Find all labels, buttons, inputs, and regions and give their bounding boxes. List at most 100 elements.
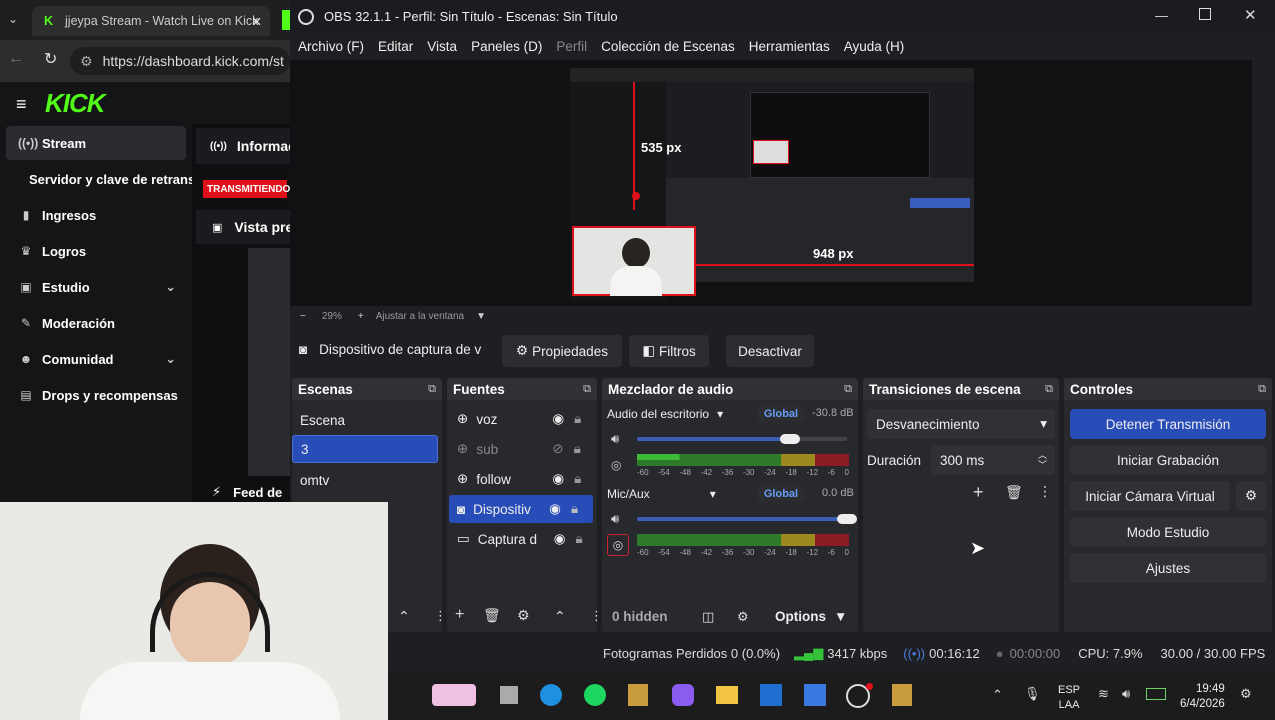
undock-icon[interactable]: ⧉ xyxy=(1258,383,1266,396)
more-icon[interactable]: ⋮ xyxy=(434,608,447,624)
reload-icon[interactable]: ↻ xyxy=(44,49,57,69)
undock-icon[interactable]: ⧉ xyxy=(583,383,591,396)
volume-slider-knob[interactable] xyxy=(780,434,800,444)
kick-logo[interactable]: KICK xyxy=(45,88,106,119)
source-item[interactable]: ⊕ voz ◉ 🔒︎ xyxy=(449,405,593,433)
start-virtual-camera-button[interactable]: Iniciar Cámara Virtual xyxy=(1070,481,1230,511)
sidebar-item-moderacion[interactable]: ✎ Moderación xyxy=(6,306,186,340)
fit-to-window-label[interactable]: Ajustar a la ventana xyxy=(376,311,464,322)
league-icon[interactable] xyxy=(628,684,648,706)
clock[interactable]: 19:49 6/4/2026 xyxy=(1180,682,1225,712)
menu-editar[interactable]: Editar xyxy=(378,39,413,54)
stepper-arrows-icon[interactable]: ︿ ﹀ xyxy=(1038,450,1047,470)
lock-icon[interactable]: 🔒︎ xyxy=(571,501,578,517)
channel-name[interactable]: Mic/Aux ▾ xyxy=(607,487,716,501)
source-item-selected[interactable]: ◙ Dispositiv ◉ 🔒︎ xyxy=(449,495,593,523)
copilot-icon[interactable] xyxy=(672,684,694,706)
app-icon[interactable] xyxy=(760,684,782,706)
speaker-icon[interactable]: 🔊︎ xyxy=(611,511,619,527)
sidebar-item-estudio[interactable]: ▣ Estudio ⌄ xyxy=(6,270,186,304)
move-up-icon[interactable]: ⌃ xyxy=(398,608,410,625)
transition-select[interactable]: Desvanecimiento ▾ xyxy=(867,409,1055,439)
second-tab-favicon[interactable] xyxy=(282,10,290,30)
site-info-icon[interactable]: ⚙ xyxy=(80,53,93,70)
add-icon[interactable]: + xyxy=(455,606,464,624)
advanced-audio-icon[interactable]: ⚙ xyxy=(737,609,749,625)
start-recording-button[interactable]: Iniciar Grabación xyxy=(1070,445,1266,475)
sidebar-item-stream[interactable]: ((•)) Stream xyxy=(6,126,186,160)
menu-vista[interactable]: Vista xyxy=(427,39,457,54)
lock-icon[interactable]: 🔒︎ xyxy=(574,411,581,427)
eye-icon[interactable]: ◉ xyxy=(549,501,561,517)
menu-archivo[interactable]: Archivo (F) xyxy=(298,39,364,54)
notification-icon[interactable]: ⚙ xyxy=(1240,686,1252,702)
spotify-icon[interactable] xyxy=(584,684,606,706)
deactivate-button[interactable]: Desactivar xyxy=(726,335,814,367)
minimize-icon[interactable]: — xyxy=(1155,8,1168,23)
gear-icon[interactable]: ⚙ xyxy=(517,607,530,624)
more-icon[interactable]: ⋮ xyxy=(1038,483,1052,500)
task-view-icon[interactable] xyxy=(500,686,518,704)
menu-coleccion-escenas[interactable]: Colección de Escenas xyxy=(601,39,735,54)
maximize-icon[interactable] xyxy=(1199,8,1211,20)
source-item-hidden[interactable]: ⊕ sub ⊘ 🔒︎ xyxy=(449,435,593,463)
menu-paneles[interactable]: Paneles (D) xyxy=(471,39,542,54)
volume-icon[interactable]: 🔊︎ xyxy=(1122,686,1130,702)
preview-canvas[interactable]: 535 px 948 px xyxy=(570,68,974,300)
eye-icon[interactable]: ◉ xyxy=(552,411,564,427)
properties-button[interactable]: ⚙ Propiedades xyxy=(502,335,622,367)
undock-icon[interactable]: ⧉ xyxy=(844,383,852,396)
wifi-icon[interactable]: ≋ xyxy=(1098,686,1109,702)
monitor-headphone-icon[interactable]: ◎ xyxy=(611,458,621,472)
battery-icon[interactable] xyxy=(1146,688,1166,700)
store-icon[interactable] xyxy=(804,684,826,706)
edge-icon[interactable] xyxy=(540,684,562,706)
close-tab-icon[interactable]: ✕ xyxy=(252,14,262,29)
move-up-icon[interactable]: ⌃ xyxy=(554,608,566,625)
eye-icon[interactable]: ◉ xyxy=(552,471,564,487)
global-badge[interactable]: Global xyxy=(758,406,804,421)
monitor-headphone-icon[interactable]: ◎ xyxy=(607,534,629,556)
tab-list-chevron-icon[interactable]: ⌄ xyxy=(8,12,18,26)
lock-icon[interactable]: 🔒︎ xyxy=(574,441,581,457)
lock-icon[interactable]: 🔒︎ xyxy=(574,471,581,487)
sidebar-item-drops[interactable]: ▤ Drops y recompensas xyxy=(6,378,186,412)
trash-icon[interactable]: 🗑︎ xyxy=(1005,484,1023,501)
tray-expand-icon[interactable]: ⌃ xyxy=(992,687,1003,703)
riot-icon[interactable] xyxy=(892,684,912,706)
eye-icon[interactable]: ◉ xyxy=(554,531,566,547)
studio-mode-button[interactable]: Modo Estudio xyxy=(1070,517,1266,547)
filters-button[interactable]: ◧ Filtros xyxy=(629,335,709,367)
menu-perfil[interactable]: Perfil xyxy=(556,39,587,54)
virtual-camera-settings-button[interactable]: ⚙ xyxy=(1236,481,1266,511)
global-badge[interactable]: Global xyxy=(758,486,804,501)
scene-item-selected[interactable]: 3 xyxy=(292,435,438,463)
speaker-icon[interactable]: 🔊︎ xyxy=(611,431,619,447)
zoom-dropdown-icon[interactable]: ▼ xyxy=(476,311,486,322)
eye-hidden-icon[interactable]: ⊘ xyxy=(552,441,563,457)
source-item[interactable]: ⊕ follow ◉ 🔒︎ xyxy=(449,465,593,493)
stop-streaming-button[interactable]: Detener Transmisión xyxy=(1070,409,1266,439)
sidebar-item-logros[interactable]: ♛ Logros xyxy=(6,234,186,268)
menu-herramientas[interactable]: Herramientas xyxy=(749,39,830,54)
webcam-source-selected[interactable] xyxy=(572,226,696,296)
trash-icon[interactable]: 🗑︎ xyxy=(483,607,501,624)
guide-handle[interactable] xyxy=(632,192,640,200)
zoom-in-icon[interactable]: + xyxy=(358,311,364,322)
hidden-count[interactable]: 0 hidden xyxy=(612,609,668,624)
layout-icon[interactable]: ◫ xyxy=(702,609,714,625)
options-button[interactable]: Options ▼ xyxy=(775,609,847,624)
source-item[interactable]: ▭ Captura d ◉ 🔒︎ xyxy=(449,525,593,553)
file-explorer-icon[interactable] xyxy=(716,686,738,704)
language-indicator[interactable]: ESP LAA xyxy=(1058,683,1080,713)
hamburger-menu-icon[interactable]: ≡ xyxy=(16,94,27,115)
add-icon[interactable]: + xyxy=(973,482,984,503)
close-window-icon[interactable]: ✕ xyxy=(1244,6,1257,24)
widget-icon[interactable] xyxy=(432,684,476,706)
lock-icon[interactable]: 🔒︎ xyxy=(576,531,583,547)
back-icon[interactable]: ← xyxy=(8,50,24,68)
address-bar[interactable]: ⚙ https://dashboard.kick.com/st xyxy=(70,47,290,75)
volume-slider-knob[interactable] xyxy=(837,514,857,524)
scene-item[interactable]: Escena xyxy=(300,406,345,434)
browser-tab-kick[interactable]: K jjeypa Stream - Watch Live on Kick ✕ xyxy=(32,6,270,36)
